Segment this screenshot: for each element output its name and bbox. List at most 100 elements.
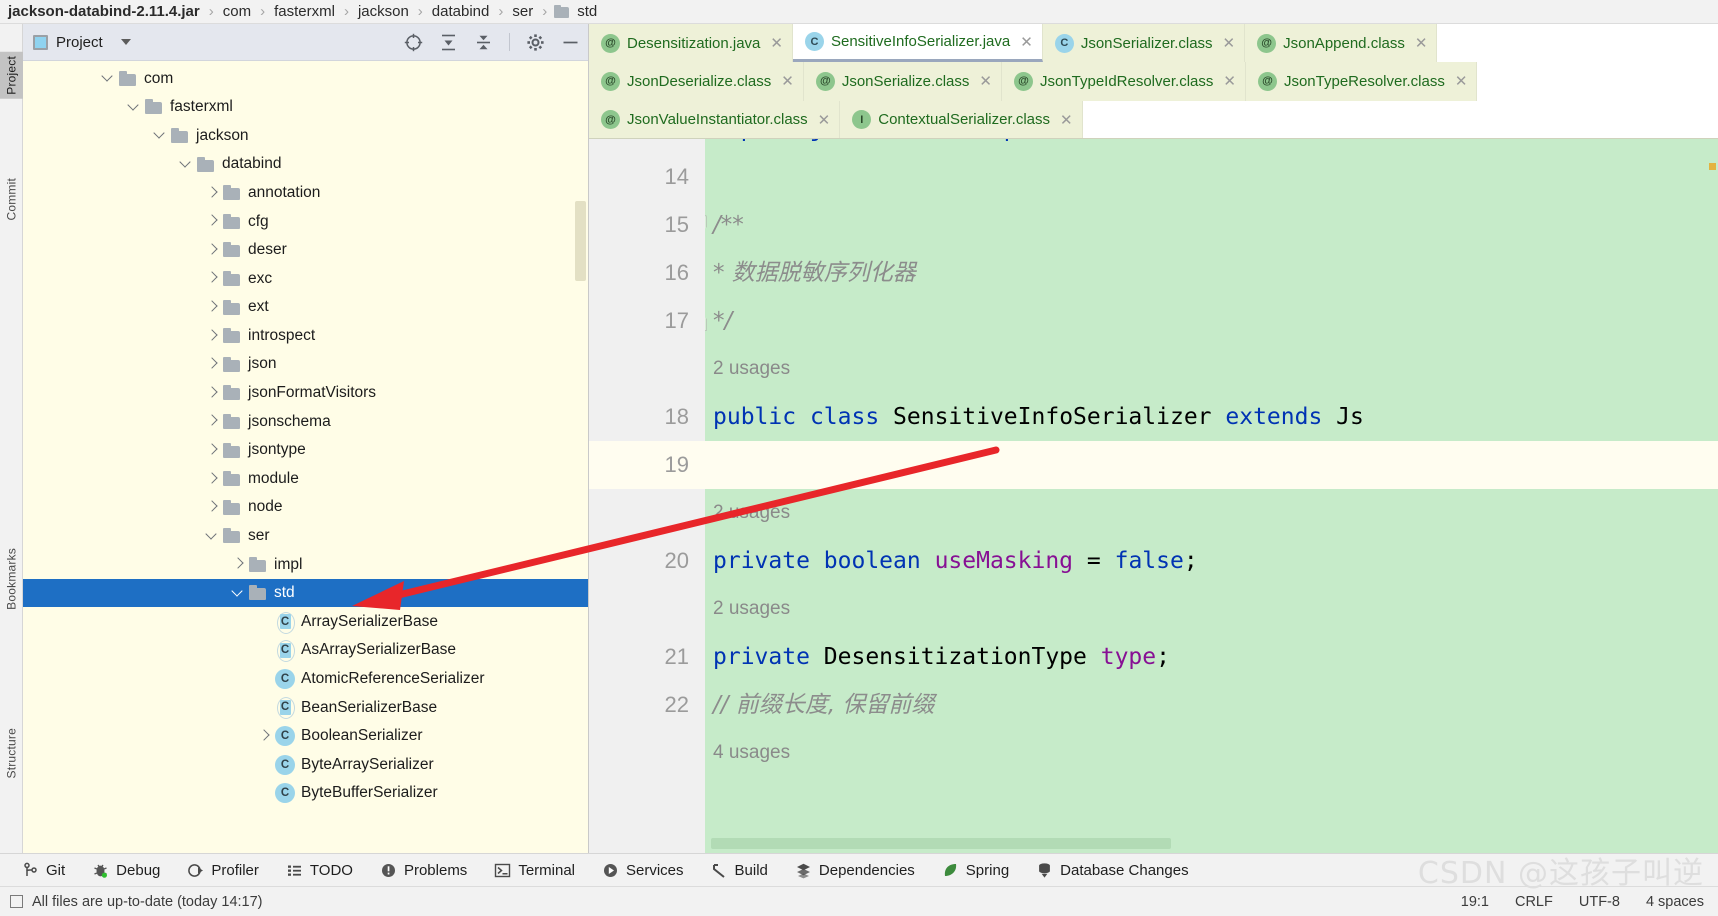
chevron-right-icon[interactable] <box>205 442 221 458</box>
tree-node-atomicreferenceserializer[interactable]: C AtomicReferenceSerializer <box>23 664 588 693</box>
tree-node-asarrayserializerbase[interactable]: C AsArraySerializerBase <box>23 636 588 665</box>
bottom-bar-spring[interactable]: Spring <box>942 862 1009 879</box>
close-icon[interactable]: ✕ <box>979 72 992 90</box>
chevron-right-icon[interactable] <box>205 299 221 315</box>
close-icon[interactable]: ✕ <box>1415 34 1428 52</box>
editor-tab-desensitization-java[interactable]: @ Desensitization.java ✕ <box>589 24 793 63</box>
chevron-right-icon[interactable] <box>205 213 221 229</box>
breadcrumb-item-std[interactable]: std <box>554 3 599 20</box>
tree-node-impl[interactable]: impl <box>23 550 588 579</box>
tree-node-arrayserializerbase[interactable]: C ArraySerializerBase <box>23 607 588 636</box>
left-strip-tab-project[interactable]: Project <box>0 52 23 99</box>
editor-tab-contextualserializer-class[interactable]: I ContextualSerializer.class ✕ <box>840 100 1083 138</box>
editor-tab-jsonserialize-class[interactable]: @ JsonSerialize.class ✕ <box>803 62 1002 101</box>
tree-node-com[interactable]: com <box>23 64 588 93</box>
bottom-bar-dependencies[interactable]: Dependencies <box>795 862 915 879</box>
editor-gutter[interactable]: 13 14 15 16 17 18 19 20 21 22 <box>589 139 705 853</box>
gear-icon[interactable] <box>526 33 545 52</box>
tree-node-deser[interactable]: deser <box>23 236 588 265</box>
editor-tab-jsontypeidresolver-class[interactable]: @ JsonTypeIdResolver.class ✕ <box>1001 62 1246 101</box>
bottom-bar-todo[interactable]: TODO <box>286 862 353 879</box>
close-icon[interactable]: ✕ <box>1060 111 1073 129</box>
hide-icon[interactable] <box>561 33 580 52</box>
chevron-right-icon[interactable] <box>205 385 221 401</box>
tree-node-exc[interactable]: exc <box>23 264 588 293</box>
close-icon[interactable]: ✕ <box>1455 72 1468 90</box>
breadcrumb-item-ser[interactable]: ser <box>510 3 535 20</box>
chevron-down-icon[interactable] <box>205 528 221 544</box>
chevron-right-icon[interactable] <box>257 728 273 744</box>
close-icon[interactable]: ✕ <box>818 111 831 129</box>
tree-node-booleanserializer[interactable]: C BooleanSerializer <box>23 722 588 751</box>
project-tree-scrollbar[interactable] <box>575 201 586 281</box>
collapse-all-icon[interactable] <box>474 33 493 52</box>
chevron-right-icon[interactable] <box>205 356 221 372</box>
breadcrumb-item-jackson[interactable]: jackson <box>356 3 411 20</box>
status-4-spaces[interactable]: 4 spaces <box>1646 894 1704 910</box>
tree-node-json[interactable]: json <box>23 350 588 379</box>
tree-node-bytearrayserializer[interactable]: C ByteArraySerializer <box>23 750 588 779</box>
tree-node-introspect[interactable]: introspect <box>23 321 588 350</box>
close-icon[interactable]: ✕ <box>770 34 783 52</box>
chevron-right-icon[interactable] <box>205 413 221 429</box>
project-tree[interactable]: com fasterxml jackson databind annotation cfg… <box>23 61 588 853</box>
bottom-bar-debug[interactable]: Debug <box>92 862 160 879</box>
tree-node-jsonschema[interactable]: jsonschema <box>23 407 588 436</box>
select-opened-file-icon[interactable] <box>404 33 423 52</box>
tree-node-jsonformatvisitors[interactable]: jsonFormatVisitors <box>23 379 588 408</box>
bottom-bar-build[interactable]: Build <box>711 862 768 879</box>
tree-node-jackson[interactable]: jackson <box>23 121 588 150</box>
bottom-bar-terminal[interactable]: Terminal <box>494 862 575 879</box>
chevron-right-icon[interactable] <box>205 328 221 344</box>
close-icon[interactable]: ✕ <box>1223 72 1236 90</box>
bottom-bar-problems[interactable]: Problems <box>380 862 467 879</box>
editor-tab-sensitiveinfoserializer-java[interactable]: C SensitiveInfoSerializer.java ✕ <box>792 24 1043 63</box>
chevron-right-icon[interactable] <box>205 185 221 201</box>
chevron-right-icon[interactable] <box>205 270 221 286</box>
tree-node-databind[interactable]: databind <box>23 150 588 179</box>
close-icon[interactable]: ✕ <box>1020 33 1033 51</box>
chevron-down-icon[interactable] <box>179 156 195 172</box>
editor-warning-marker[interactable] <box>1709 163 1716 170</box>
code-editor[interactable]: 13 14 15 16 17 18 19 20 21 22 import java.io.IOEx… <box>589 139 1718 853</box>
expand-all-icon[interactable] <box>439 33 458 52</box>
editor-code-area[interactable]: import java.io.IOException; /** * 数据脱敏序列化… <box>705 139 1718 853</box>
breadcrumb-item-com[interactable]: com <box>221 3 253 20</box>
tree-node-ext[interactable]: ext <box>23 293 588 322</box>
tree-node-beanserializerbase[interactable]: C BeanSerializerBase <box>23 693 588 722</box>
bottom-bar-database-changes[interactable]: Database Changes <box>1036 862 1189 879</box>
chevron-down-icon[interactable] <box>101 70 117 86</box>
breadcrumb-item-jackson-databind-2-11-4-jar[interactable]: jackson-databind-2.11.4.jar <box>6 3 202 20</box>
editor-horizontal-scrollbar[interactable] <box>711 838 1171 849</box>
breadcrumb-item-fasterxml[interactable]: fasterxml <box>272 3 337 20</box>
editor-tab-jsonvalueinstantiator-class[interactable]: @ JsonValueInstantiator.class ✕ <box>589 100 841 138</box>
chevron-down-icon[interactable] <box>127 99 143 115</box>
chevron-right-icon[interactable] <box>205 242 221 258</box>
chevron-down-icon[interactable] <box>153 127 169 143</box>
tree-node-cfg[interactable]: cfg <box>23 207 588 236</box>
status-19-1[interactable]: 19:1 <box>1461 894 1489 910</box>
tree-node-annotation[interactable]: annotation <box>23 178 588 207</box>
editor-tab-jsonappend-class[interactable]: @ JsonAppend.class ✕ <box>1245 24 1438 63</box>
close-icon[interactable]: ✕ <box>781 72 794 90</box>
left-strip-tab-structure[interactable]: Structure <box>0 724 23 783</box>
tree-node-module[interactable]: module <box>23 464 588 493</box>
tree-node-bytebufferserializer[interactable]: C ByteBufferSerializer <box>23 779 588 808</box>
tree-node-fasterxml[interactable]: fasterxml <box>23 93 588 122</box>
bottom-bar-services[interactable]: Services <box>602 862 684 879</box>
tree-node-jsontype[interactable]: jsontype <box>23 436 588 465</box>
code-fold-top-icon[interactable] <box>705 215 707 235</box>
project-panel-title-group[interactable]: Project <box>33 34 131 51</box>
tree-node-node[interactable]: node <box>23 493 588 522</box>
status-crlf[interactable]: CRLF <box>1515 894 1553 910</box>
chevron-right-icon[interactable] <box>205 499 221 515</box>
chevron-right-icon[interactable] <box>205 471 221 487</box>
tree-node-ser[interactable]: ser <box>23 522 588 551</box>
bottom-bar-profiler[interactable]: Profiler <box>187 862 259 879</box>
status-utf-8[interactable]: UTF-8 <box>1579 894 1620 910</box>
chevron-right-icon[interactable] <box>231 556 247 572</box>
chevron-down-icon[interactable] <box>120 39 131 45</box>
tree-node-std[interactable]: std <box>23 578 588 608</box>
bottom-bar-git[interactable]: Git <box>22 862 65 879</box>
chevron-down-icon[interactable] <box>231 585 247 601</box>
